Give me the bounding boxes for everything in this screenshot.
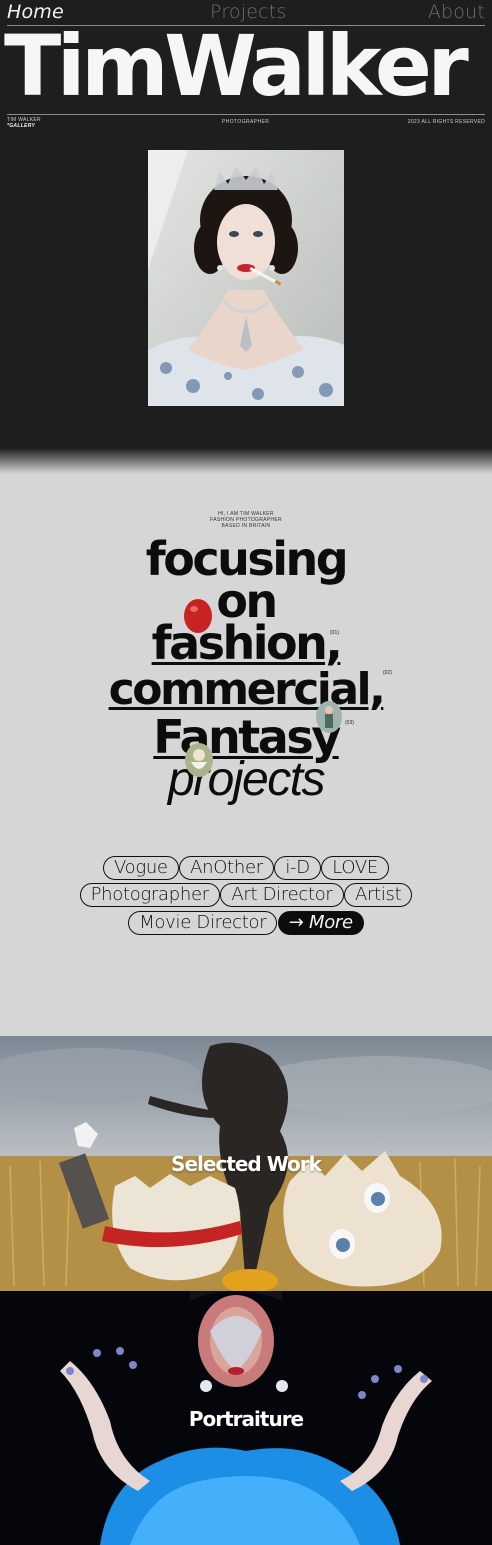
tag-photographer[interactable]: Photographer [79, 883, 220, 907]
tag-i-d[interactable]: i-D [274, 856, 321, 880]
intro-section: HI, I AM TIM WALKER FASHION PHOTOGRAPHER… [0, 474, 492, 1036]
footnote-02: (02) [383, 670, 392, 676]
divider [7, 114, 485, 115]
more-button[interactable]: → More [277, 911, 364, 935]
meta-tag: *GALLERY [7, 123, 36, 129]
tag-row-more: Movie Director → More [0, 911, 492, 935]
selected-work-card[interactable]: Selected Work [0, 1036, 492, 1291]
footnote-01: (01) [330, 630, 339, 636]
meta-left: TIM WALKER *GALLERY [7, 117, 41, 129]
portraiture-card[interactable]: Portraiture [0, 1291, 492, 1545]
tag-row-publications: Vogue AnOther i-D LOVE [0, 856, 492, 880]
headline-fashion-link[interactable]: fashion, [152, 616, 343, 670]
headline-fashion-row: fashion, [0, 620, 492, 666]
tag-art-director[interactable]: Art Director [220, 883, 344, 907]
section-transition [0, 448, 492, 474]
footnote-03: (03) [345, 720, 354, 726]
thumb-doll-image [185, 743, 213, 777]
meta-rights: 2023 ALL RIGHTS RESERVED [407, 119, 485, 125]
tag-another[interactable]: AnOther [179, 856, 274, 880]
thumb-figure-image [316, 701, 342, 733]
site-logo[interactable]: TimWalker [4, 20, 488, 112]
tag-row-roles: Photographer Art Director Artist [0, 883, 492, 907]
meta-role: PHOTOGRAPHER [222, 119, 270, 125]
greeting-line: BASED IN BRITAIN [221, 523, 271, 529]
hero-section: Home Projects About TimWalker TIM WALKER… [0, 0, 492, 448]
tag-artist[interactable]: Artist [343, 883, 413, 907]
portraiture-title: Portraiture [188, 1407, 304, 1431]
hero-portrait-image [148, 150, 344, 406]
thumb-red-balloon-image [184, 599, 212, 633]
tag-vogue[interactable]: Vogue [102, 856, 179, 880]
headline-commercial-row: commercial, [0, 667, 492, 713]
tag-love[interactable]: LOVE [321, 856, 389, 880]
headline-projects: projects [167, 753, 326, 806]
selected-work-title: Selected Work [171, 1152, 322, 1176]
intro-greeting: HI, I AM TIM WALKER FASHION PHOTOGRAPHER… [0, 511, 492, 529]
tag-movie-director[interactable]: Movie Director [128, 911, 278, 935]
portrait-illustration [148, 150, 344, 406]
